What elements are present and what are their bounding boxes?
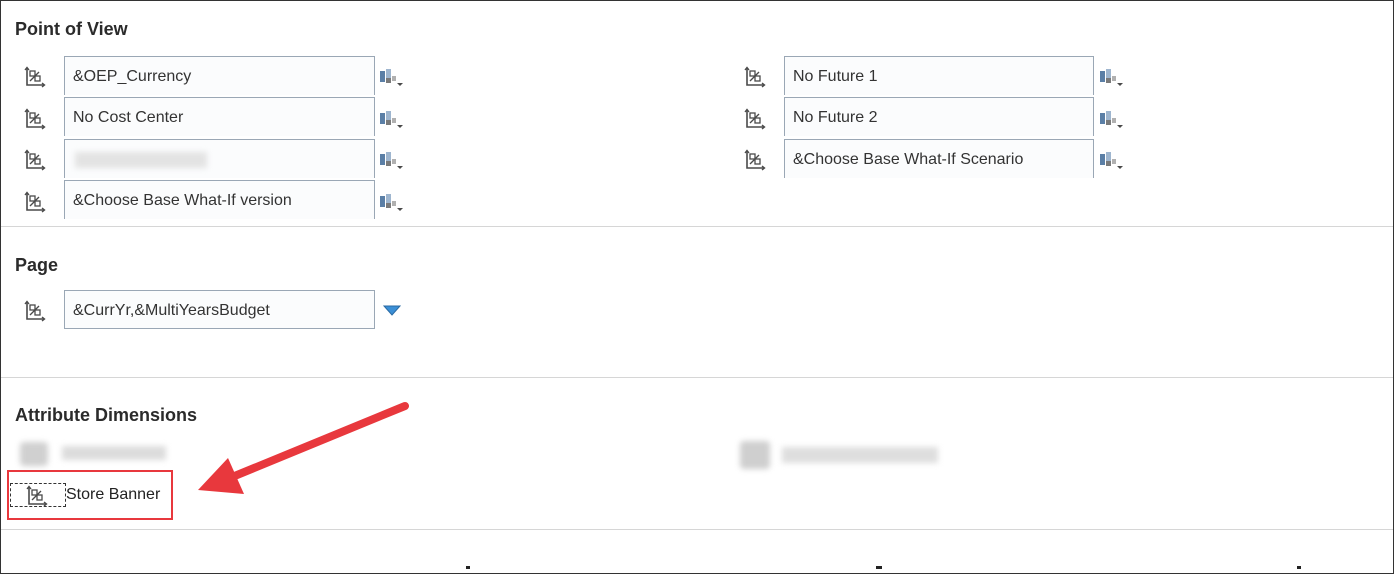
redacted-dimension-icon (740, 441, 770, 469)
redacted-attribute-label (782, 447, 938, 463)
cropped-glyph (466, 566, 470, 569)
member-selector-icon[interactable] (1098, 66, 1124, 88)
dimension-hierarchy-icon[interactable] (743, 65, 767, 89)
redacted-text-block (75, 152, 207, 168)
dimension-hierarchy-icon[interactable] (23, 299, 47, 323)
dimension-hierarchy-icon[interactable] (23, 65, 47, 89)
pov-field-future-1[interactable]: No Future 1 (784, 56, 1094, 95)
dropdown-arrow-icon[interactable] (383, 305, 401, 317)
member-selector-icon[interactable] (1098, 108, 1124, 130)
pov-field-whatif-scenario[interactable]: &Choose Base What-If Scenario (784, 139, 1094, 178)
page-section-title: Page (15, 255, 59, 275)
cropped-glyph (1297, 566, 1301, 569)
member-selector-icon[interactable] (1098, 149, 1124, 171)
pov-field-whatif-version[interactable]: &Choose Base What-If version (64, 180, 375, 219)
section-divider (1, 529, 1393, 530)
member-selector-icon[interactable] (378, 66, 404, 88)
redacted-attribute-label (62, 446, 166, 460)
attribute-section-title: Attribute Dimensions (15, 405, 198, 425)
pov-field-currency[interactable]: &OEP_Currency (64, 56, 375, 95)
pov-section-title: Point of View (15, 19, 128, 39)
member-selector-icon[interactable] (378, 108, 404, 130)
dimension-hierarchy-icon[interactable] (23, 190, 47, 214)
pov-field-redacted[interactable] (64, 139, 375, 178)
redacted-dimension-icon (20, 442, 48, 466)
member-selector-icon[interactable] (378, 191, 404, 213)
section-divider (1, 226, 1393, 227)
section-divider (1, 377, 1393, 378)
pov-field-cost-center[interactable]: No Cost Center (64, 97, 375, 136)
annotation-highlight-box (7, 470, 173, 520)
dimension-hierarchy-icon[interactable] (23, 107, 47, 131)
dimension-hierarchy-icon[interactable] (743, 107, 767, 131)
annotation-arrow-icon (198, 402, 409, 494)
cropped-glyph (876, 566, 882, 569)
dimension-hierarchy-icon[interactable] (743, 148, 767, 172)
page-dimension-select[interactable]: &CurrYr,&MultiYearsBudget (64, 290, 375, 329)
member-selector-icon[interactable] (378, 149, 404, 171)
dimension-hierarchy-icon[interactable] (23, 148, 47, 172)
pov-field-future-2[interactable]: No Future 2 (784, 97, 1094, 136)
